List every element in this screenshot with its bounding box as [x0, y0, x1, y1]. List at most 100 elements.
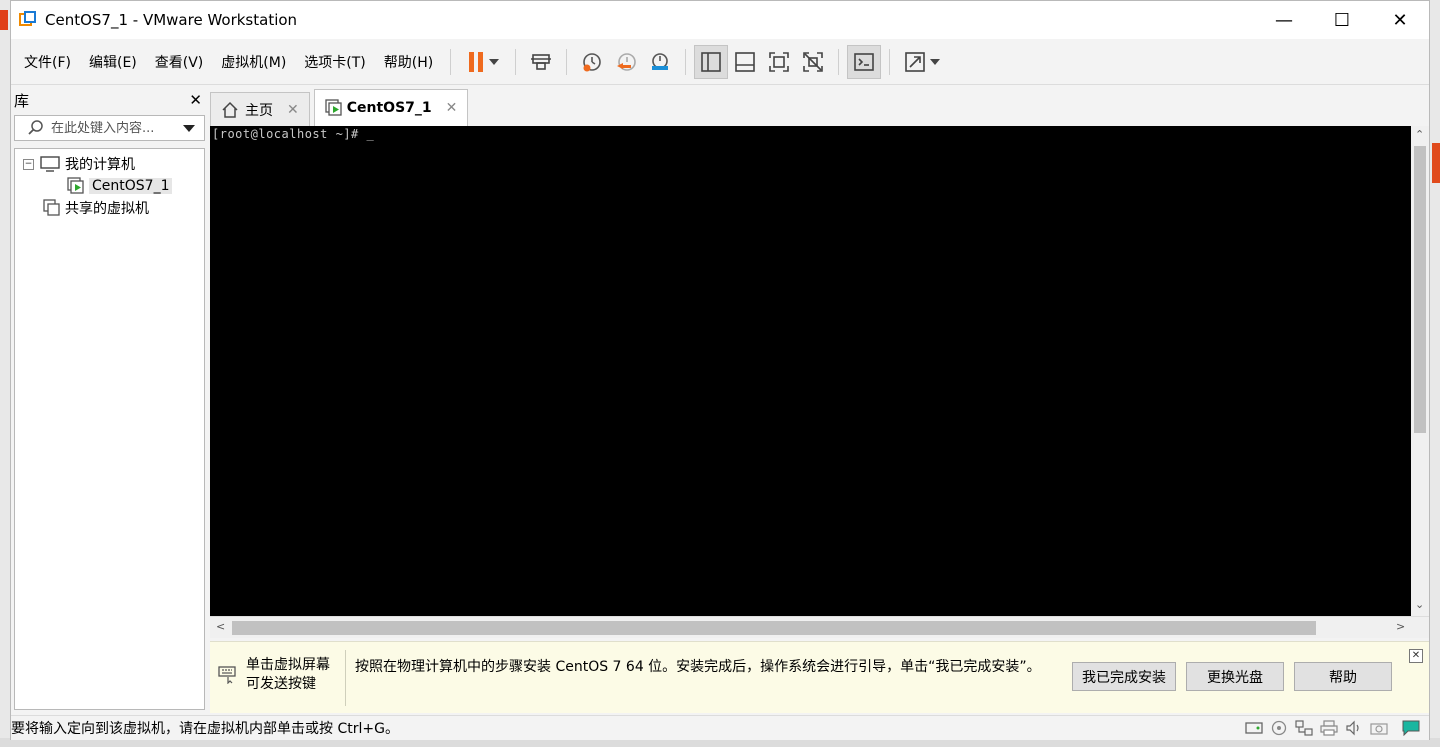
send-ctrl-alt-del-button[interactable]: [524, 45, 558, 79]
minimize-button[interactable]: —: [1255, 1, 1313, 39]
revert-snapshot-button[interactable]: [609, 45, 643, 79]
console-prompt: [root@localhost ~]# _: [212, 127, 375, 141]
sound-card-icon[interactable]: [1344, 719, 1364, 737]
scroll-down-icon[interactable]: ⌄: [1415, 598, 1424, 611]
toolbar-separator: [889, 48, 891, 75]
thumbnail-bar-button[interactable]: [728, 45, 762, 79]
vm-running-icon: [67, 177, 84, 194]
revert-snapshot-icon: [617, 52, 637, 71]
library-panel: 库 ✕ − 我的计算机: [11, 86, 208, 714]
vertical-scroll-thumb[interactable]: [1414, 146, 1426, 433]
network-adapter-icon[interactable]: [1294, 719, 1314, 737]
background-app-edge-left: [0, 0, 10, 747]
computer-icon: [40, 156, 60, 172]
vmware-window: CentOS7_1 - VMware Workstation — ☐ ✕ 文件(…: [10, 0, 1430, 740]
stretch-icon: [905, 51, 926, 72]
help-button[interactable]: 帮助: [1294, 662, 1392, 691]
shared-vm-icon: [43, 199, 60, 216]
search-icon: [28, 120, 43, 135]
menu-toolbar: 文件(F) 编辑(E) 查看(V) 虚拟机(M) 选项卡(T) 帮助(H): [11, 39, 1429, 85]
horizontal-scrollbar[interactable]: < >: [210, 616, 1429, 638]
finished-install-button[interactable]: 我已完成安装: [1072, 662, 1176, 691]
tree-item-label: CentOS7_1: [89, 178, 173, 194]
stretch-guest-button[interactable]: [898, 45, 946, 79]
vertical-scrollbar[interactable]: ⌃ ⌄: [1411, 126, 1429, 616]
click-screen-hint-text: 单击虚拟屏幕 可发送按键: [246, 657, 330, 692]
full-screen-icon: [769, 51, 790, 72]
install-info-bar: 单击虚拟屏幕 可发送按键 按照在物理计算机中的步骤安装 CentOS 7 64 …: [210, 641, 1429, 713]
suspend-button[interactable]: [459, 45, 507, 79]
info-divider: [345, 650, 346, 706]
snapshot-icon: [583, 52, 602, 71]
printer-icon[interactable]: [1319, 719, 1339, 737]
horizontal-scroll-thumb[interactable]: [232, 621, 1316, 635]
hard-disk-icon[interactable]: [1244, 719, 1264, 737]
library-header: 库 ✕: [11, 86, 208, 114]
camera-icon[interactable]: [1369, 719, 1389, 737]
install-message: 按照在物理计算机中的步骤安装 CentOS 7 64 位。安装完成后，操作系统会…: [355, 659, 1041, 675]
console-view-button[interactable]: [847, 44, 882, 79]
snapshot-manager-button[interactable]: [643, 45, 677, 79]
toolbar-separator: [685, 48, 687, 75]
scroll-left-icon[interactable]: <: [216, 620, 225, 633]
library-search-input[interactable]: [51, 120, 169, 136]
vm-console-screen[interactable]: [root@localhost ~]# _: [210, 126, 1411, 616]
tab-home[interactable]: 主页 ✕: [210, 92, 310, 126]
tree-item-label: 我的计算机: [65, 157, 135, 173]
background-app-accent: [1432, 143, 1440, 183]
chevron-down-icon: [489, 58, 500, 65]
tab-centos[interactable]: CentOS7_1 ✕: [313, 89, 469, 126]
tree-item-label: 共享的虚拟机: [65, 201, 149, 217]
unity-button[interactable]: [796, 45, 830, 79]
keyboard-icon: [218, 666, 236, 684]
menu-tabs[interactable]: 选项卡(T): [295, 39, 374, 85]
library-search: [14, 115, 205, 141]
menu-edit[interactable]: 编辑(E): [80, 39, 146, 85]
home-icon: [222, 101, 238, 118]
background-app-logo: [0, 10, 8, 30]
menu-vm[interactable]: 虚拟机(M): [212, 39, 295, 85]
scroll-up-icon[interactable]: ⌃: [1415, 128, 1424, 141]
toolbar-separator: [515, 48, 517, 75]
snapshot-button[interactable]: [575, 45, 609, 79]
tree-item-my-computer[interactable]: − 我的计算机: [23, 153, 135, 175]
toolbar-separator: [838, 48, 840, 75]
menu-file[interactable]: 文件(F): [15, 39, 80, 85]
chevron-down-icon: [930, 58, 941, 65]
snapshot-manager-icon: [652, 52, 669, 70]
collapse-icon[interactable]: −: [23, 158, 34, 170]
tree-item-shared-vms[interactable]: 共享的虚拟机: [43, 197, 149, 219]
menu-help[interactable]: 帮助(H): [375, 39, 442, 85]
unity-icon: [803, 51, 824, 72]
thumbnail-bar-icon: [735, 51, 756, 72]
close-icon[interactable]: ✕: [1409, 649, 1423, 663]
tree-item-centos[interactable]: CentOS7_1: [67, 175, 173, 197]
tab-strip: 主页 ✕ CentOS7_1 ✕: [210, 89, 472, 126]
cd-dvd-icon[interactable]: [1269, 719, 1289, 737]
vmware-logo-icon: [19, 11, 37, 29]
vm-running-icon: [325, 99, 342, 116]
status-bar: 要将输入定向到该虚拟机，请在虚拟机内部单击或按 Ctrl+G。: [11, 715, 1429, 740]
menu-view[interactable]: 查看(V): [146, 39, 213, 85]
title-bar: CentOS7_1 - VMware Workstation — ☐ ✕: [11, 1, 1429, 39]
full-screen-button[interactable]: [762, 45, 796, 79]
close-button[interactable]: ✕: [1371, 1, 1429, 39]
maximize-button[interactable]: ☐: [1313, 1, 1371, 39]
library-title: 库: [14, 91, 30, 110]
tab-close-icon[interactable]: ✕: [287, 102, 299, 118]
message-log-icon[interactable]: [1401, 719, 1421, 737]
tab-label: 主页: [245, 102, 273, 119]
pause-icon: [467, 51, 485, 72]
device-status-icons: [1239, 719, 1421, 737]
show-library-button[interactable]: [694, 44, 729, 79]
library-close-button[interactable]: ✕: [189, 91, 202, 109]
window-controls: — ☐ ✕: [1255, 1, 1429, 39]
scroll-right-icon[interactable]: >: [1396, 620, 1405, 633]
tab-close-icon[interactable]: ✕: [446, 100, 458, 116]
change-disc-button[interactable]: 更换光盘: [1186, 662, 1284, 691]
background-app-edge-right: [1430, 0, 1440, 747]
search-dropdown-icon[interactable]: [183, 124, 195, 132]
window-title: CentOS7_1 - VMware Workstation: [45, 11, 298, 29]
click-screen-hint: 单击虚拟屏幕 可发送按键: [218, 656, 330, 694]
library-tree: − 我的计算机 CentOS7_1 共享的虚拟机: [14, 148, 205, 710]
